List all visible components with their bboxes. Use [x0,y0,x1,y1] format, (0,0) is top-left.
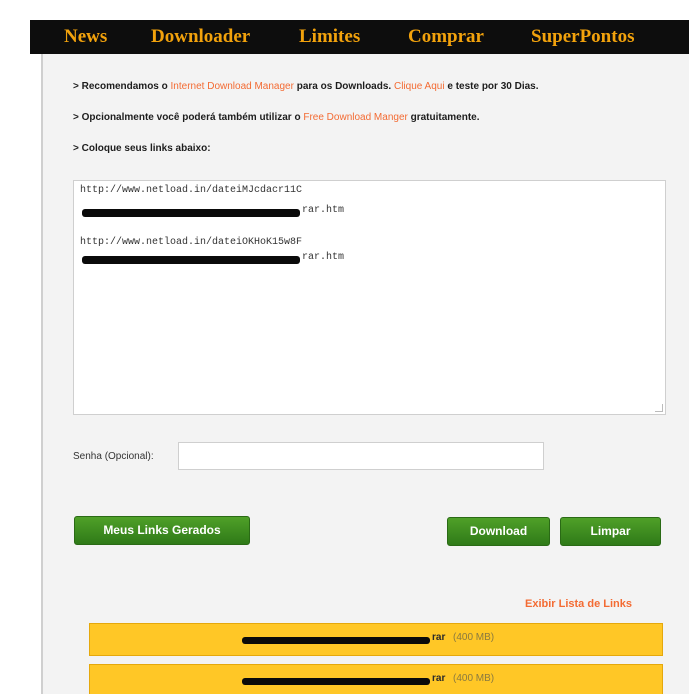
links-textarea[interactable]: http://www.netload.in/dateiMJcdacr11C ra… [73,180,666,415]
info-line-1: > Recomendamos o Internet Download Manag… [73,81,539,92]
file-ext: rar [432,673,446,684]
exibir-lista-link[interactable]: Exibir Lista de Links [525,598,632,610]
top-nav: News Downloader Limites Comprar SuperPon… [30,20,689,54]
redacted-text [82,209,300,217]
redacted-text [82,256,300,264]
meus-links-button[interactable]: Meus Links Gerados [74,516,250,545]
idm-link[interactable]: Internet Download Manager [171,81,294,92]
limpar-button[interactable]: Limpar [560,517,661,546]
info-line-2: > Opcionalmente você poderá também utili… [73,112,480,123]
info-text: e teste por 30 Dias. [444,81,539,92]
file-size: (400 MB) [453,632,495,643]
redacted-filename [242,678,430,685]
file-size: (400 MB) [453,673,495,684]
info-text: > Recomendamos o [73,81,171,92]
file-ext: rar [432,632,446,643]
info-line-3: > Coloque seus links abaixo: [73,143,211,154]
redacted-filename [242,637,430,644]
password-label: Senha (Opcional): [73,451,154,462]
result-row[interactable]: rar (400 MB) [89,623,663,656]
link-url: http://www.netload.in/dateiMJcdacr11C [80,185,303,196]
nav-limites[interactable]: Limites [299,26,360,48]
info-text: gratuitamente. [407,112,480,123]
nav-comprar[interactable]: Comprar [408,26,484,48]
result-row[interactable]: rar (400 MB) [89,664,663,694]
link-tail: rar.htm [302,252,345,263]
download-button[interactable]: Download [447,517,550,546]
nav-news[interactable]: News [64,26,107,48]
fdm-link[interactable]: Free Download Manger [303,112,408,123]
nav-superpontos[interactable]: SuperPontos [531,26,634,48]
link-url: http://www.netload.in/dateiOKHoK15w8F [80,237,303,248]
clique-aqui-link[interactable]: Clique Aqui [394,81,445,92]
nav-downloader[interactable]: Downloader [151,26,250,48]
password-input[interactable] [178,442,544,470]
info-text: > Opcionalmente você poderá também utili… [73,112,304,123]
resize-grip-icon[interactable] [655,404,663,412]
link-tail: rar.htm [302,205,345,216]
info-text: para os Downloads. [293,81,394,92]
